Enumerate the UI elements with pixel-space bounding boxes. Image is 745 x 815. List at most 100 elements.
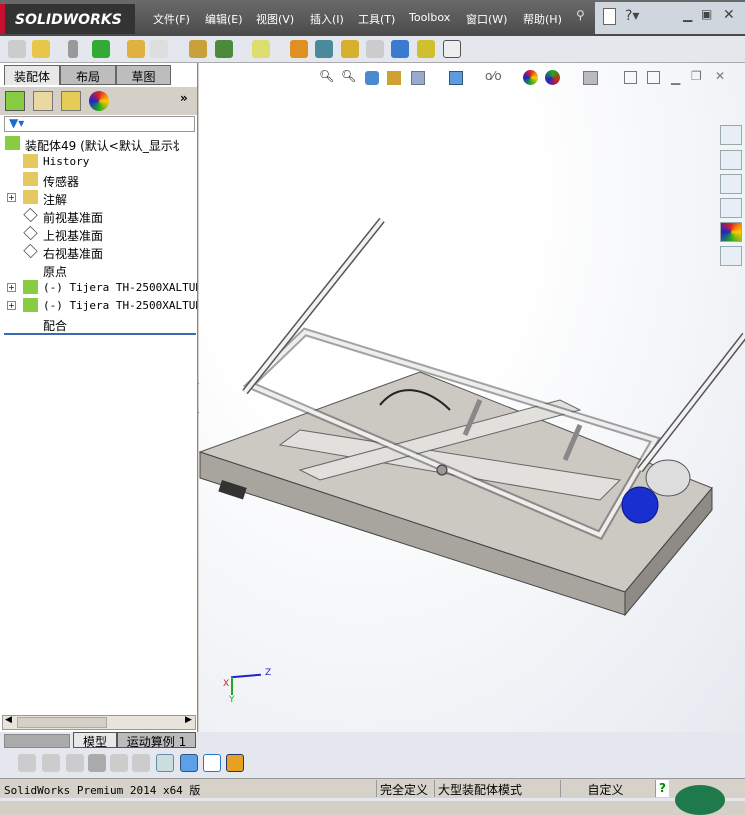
tree-item[interactable]: 配合: [0, 315, 197, 333]
tab-layout[interactable]: 布局: [60, 65, 116, 85]
tree-item-label: (-) Tijera TH-2500XALTURA_: [43, 299, 197, 312]
smart-fasteners-icon[interactable]: [127, 40, 145, 58]
assembly-features-icon[interactable]: [215, 40, 233, 58]
tree-item[interactable]: History: [0, 153, 197, 171]
origin-icon: [23, 262, 38, 276]
tab-assembly[interactable]: 装配体: [4, 65, 60, 85]
featuremanager-tab-icon[interactable]: [5, 91, 25, 111]
interference-detection-icon[interactable]: [391, 40, 409, 58]
configurationmanager-tab-icon[interactable]: [61, 91, 81, 111]
tree-item[interactable]: 前视基准面: [0, 207, 197, 225]
taskpane-view-palette-icon[interactable]: [720, 198, 742, 218]
solidworks-logo[interactable]: SOLIDWORKS: [0, 4, 135, 34]
tree-item[interactable]: 传感器: [0, 171, 197, 189]
assembly-model[interactable]: [199, 63, 745, 732]
rollback-bar[interactable]: [4, 333, 196, 335]
menu-view[interactable]: 视图(V): [256, 11, 294, 27]
tree-item-label: 装配体49 (默认<默认_显示状态: [25, 139, 179, 153]
instant3d-icon[interactable]: [443, 40, 461, 58]
taskpane-file-explorer-icon[interactable]: [720, 174, 742, 194]
tree-item[interactable]: 上视基准面: [0, 225, 197, 243]
tab-model[interactable]: 模型: [73, 732, 117, 749]
tree-item[interactable]: 右视基准面: [0, 243, 197, 261]
show-hidden-icon[interactable]: [189, 40, 207, 58]
scrollbar-thumb[interactable]: [17, 717, 107, 728]
quick-tips-button[interactable]: ?: [655, 780, 669, 797]
expand-icon[interactable]: +: [7, 283, 16, 292]
edit-sheet-icon[interactable]: [226, 754, 244, 772]
graphics-area[interactable]: 🔍︎ 🔍︎ o⁄o ▁ ❐ ✕ Z X Y: [199, 63, 745, 732]
menu-window[interactable]: 窗口(W): [466, 11, 507, 27]
expand-icon[interactable]: +: [7, 301, 16, 310]
menu-toolbox[interactable]: Toolbox: [409, 11, 450, 24]
tab-motion-study[interactable]: 运动算例 1: [117, 732, 196, 749]
minimize-icon[interactable]: ▁: [683, 8, 692, 22]
filter-icon: ▼▾: [9, 116, 25, 130]
window-controls: ?▾ ▁ ▣ ✕: [595, 2, 745, 34]
propertymanager-tab-icon[interactable]: [33, 91, 53, 111]
menu-edit[interactable]: 编辑(E): [205, 11, 243, 27]
tree-item-label: 传感器: [43, 175, 80, 189]
tree-item[interactable]: + 注解: [0, 189, 197, 207]
menu-help[interactable]: 帮助(H): [523, 11, 562, 27]
move-component-icon[interactable]: [150, 40, 168, 58]
swap-icon[interactable]: [132, 754, 150, 772]
insert-component-icon[interactable]: [32, 40, 50, 58]
left-rail-highlight: [243, 218, 384, 394]
table-icon[interactable]: [203, 754, 221, 772]
grid-icon[interactable]: [110, 754, 128, 772]
reference-triad: Z X Y: [221, 668, 281, 713]
stack-icon[interactable]: [42, 754, 60, 772]
menu-tools[interactable]: 工具(T): [358, 11, 395, 27]
taskpane-home-icon[interactable]: [720, 125, 742, 145]
mate-icon[interactable]: [68, 40, 78, 58]
menu-insert[interactable]: 插入(I): [310, 11, 344, 27]
sketch-grid-icon[interactable]: [156, 754, 174, 772]
taskpane-design-library-icon[interactable]: [720, 150, 742, 170]
tree-item-label: 右视基准面: [43, 247, 104, 261]
layer-icon[interactable]: [18, 754, 36, 772]
new-document-icon[interactable]: [603, 8, 616, 25]
menu-file[interactable]: 文件(F): [153, 11, 190, 27]
edit-icon[interactable]: [66, 754, 84, 772]
scroll-right-icon[interactable]: ▶: [185, 715, 192, 725]
help-icon[interactable]: ?▾: [625, 8, 639, 24]
horizontal-scrollbar[interactable]: ◀ ▶: [2, 715, 196, 730]
tree-item[interactable]: 装配体49 (默认<默认_显示状态: [0, 135, 179, 153]
tree-item-label: 上视基准面: [43, 229, 104, 243]
tree-item[interactable]: + (-) Tijera TH-2500XALTURA-: [0, 279, 197, 297]
pin-icon[interactable]: ⚲: [576, 8, 585, 22]
large-assembly-mode[interactable]: 大型装配体模式: [434, 780, 525, 797]
tree-item[interactable]: 原点: [0, 261, 197, 279]
lines-icon[interactable]: [88, 754, 106, 772]
new-component-icon[interactable]: [8, 40, 26, 58]
taskpane-custom-properties-icon[interactable]: [720, 246, 742, 266]
assembly-icon: [23, 298, 38, 312]
scroll-left-icon[interactable]: ◀: [5, 715, 12, 725]
shaded-view-icon[interactable]: [180, 754, 198, 772]
new-motion-study-icon[interactable]: [290, 40, 308, 58]
reference-geometry-icon[interactable]: [252, 40, 270, 58]
feature-manager-panel: 装配体 布局 草图 » ▼▾ 装配体49 (默认<默认_显示状态 History 传…: [0, 63, 204, 732]
clearance-icon[interactable]: [417, 40, 435, 58]
plane-icon: [23, 207, 38, 223]
taskpane-appearances-icon[interactable]: [720, 222, 742, 242]
tree-item[interactable]: + (-) Tijera TH-2500XALTURA_: [0, 297, 197, 315]
units-selector[interactable]: 自定义: [560, 780, 650, 797]
assembly-icon: [5, 136, 20, 150]
tree-item-label: 原点: [43, 265, 68, 279]
filter-input[interactable]: ▼▾: [4, 116, 195, 132]
tab-scroll-arrows[interactable]: [4, 734, 70, 748]
notification-orb[interactable]: [675, 785, 725, 815]
expand-tabs-icon[interactable]: »: [180, 91, 188, 105]
bill-of-materials-icon[interactable]: [315, 40, 333, 58]
status-bar: SolidWorks Premium 2014 x64 版 完全定义 大型装配体…: [0, 778, 745, 815]
expand-icon[interactable]: +: [7, 193, 16, 202]
restore-icon[interactable]: ▣: [701, 7, 712, 21]
explode-line-icon[interactable]: [366, 40, 384, 58]
tab-sketch[interactable]: 草图: [116, 65, 171, 85]
linear-pattern-icon[interactable]: [92, 40, 110, 58]
exploded-view-icon[interactable]: [341, 40, 359, 58]
displaymanager-tab-icon[interactable]: [89, 91, 109, 111]
close-icon[interactable]: ✕: [723, 7, 735, 23]
